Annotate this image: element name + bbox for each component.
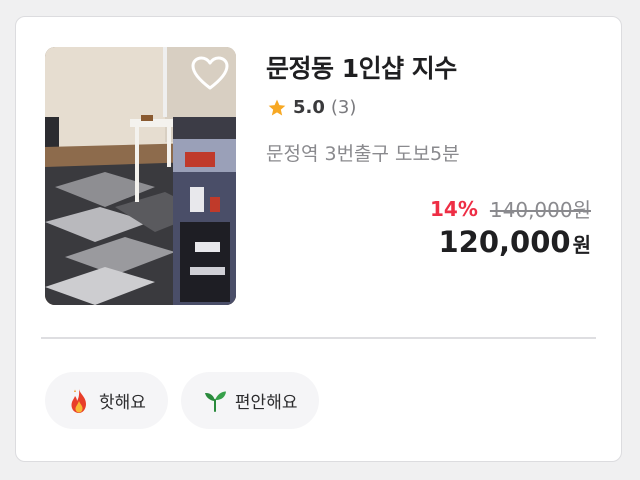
listing-photo[interactable] — [45, 47, 236, 305]
divider — [41, 337, 596, 339]
fire-icon — [71, 388, 86, 413]
discount-rate: 14% — [430, 196, 478, 221]
rating-score: 5.0 — [293, 97, 325, 118]
location-text: 문정역 3번출구 도보5분 — [266, 143, 460, 165]
leaf-icon — [204, 391, 226, 412]
tag-list: 핫해요 편안해요 — [45, 372, 320, 429]
review-count: (3) — [330, 97, 357, 118]
tag-hot[interactable]: 핫해요 — [45, 372, 168, 429]
tag-comfortable-label: 편안해요 — [234, 393, 298, 413]
star-icon — [268, 99, 286, 115]
original-price: 140,000원 — [489, 198, 591, 222]
listing-card[interactable]: 문정동 1인샵 지수 5.0 (3) 문정역 3번출구 도보5분 14% 140… — [15, 16, 622, 462]
price-discount-row: 14% 140,000원 — [430, 194, 591, 223]
rating-row: 5.0 (3) — [267, 97, 356, 118]
sale-price-unit: 원 — [572, 233, 591, 257]
sale-price: 120,000 원 — [439, 225, 592, 259]
favorite-heart-icon[interactable] — [190, 55, 230, 91]
listing-title[interactable]: 문정동 1인샵 지수 — [266, 49, 457, 85]
tag-comfortable[interactable]: 편안해요 — [180, 372, 320, 429]
sale-price-value: 120,000 — [438, 225, 571, 259]
tag-hot-label: 핫해요 — [99, 393, 146, 413]
